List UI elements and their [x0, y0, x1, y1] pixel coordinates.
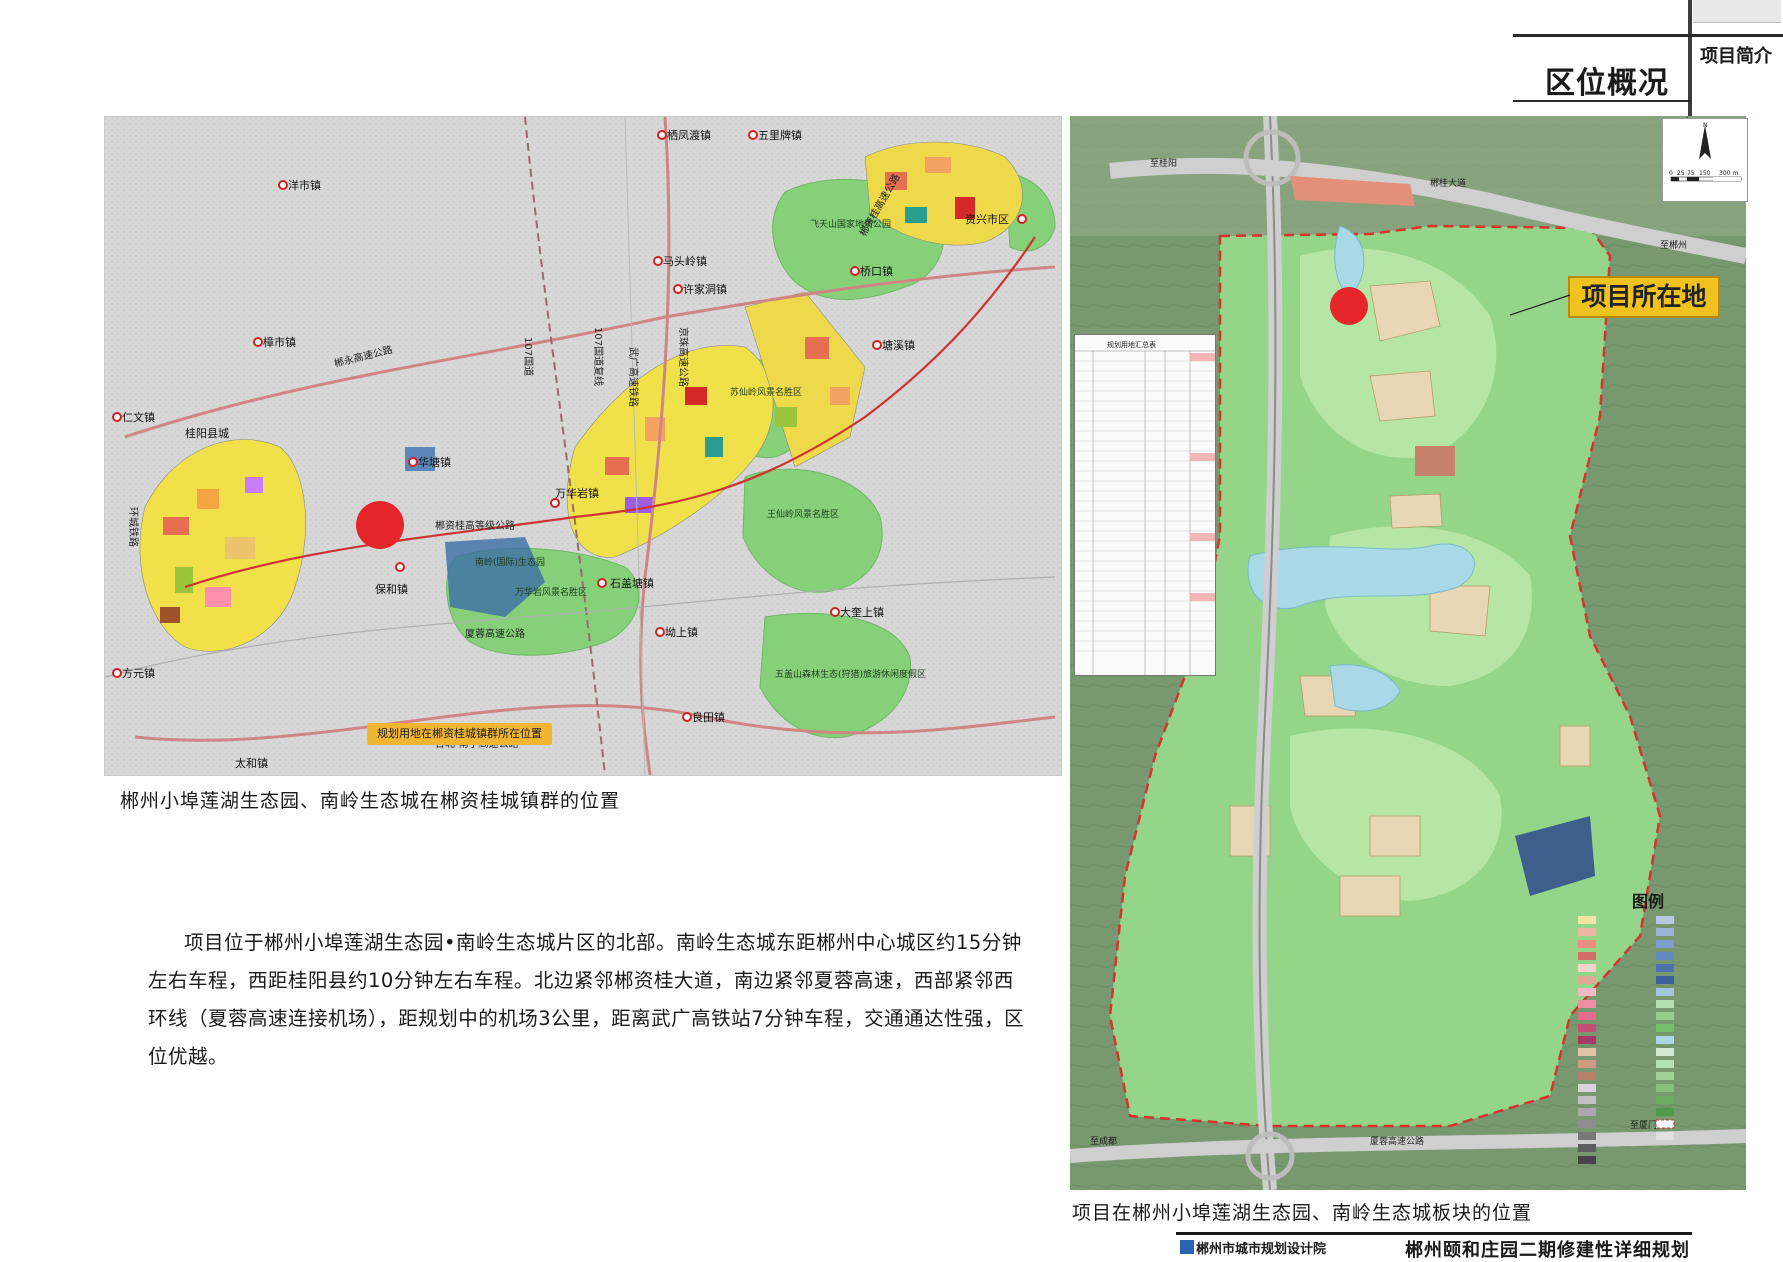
project-description: 项目位于郴州小埠莲湖生态园•南岭生态城片区的北部。南岭生态城东距郴州中心城区约1… — [148, 931, 1025, 1068]
project-marker-left — [356, 501, 404, 549]
place-label: 许家洞镇 — [683, 282, 727, 296]
place-label: 洋市镇 — [288, 178, 321, 192]
site-road-label: 至郴州 — [1660, 239, 1687, 251]
place-label: 坳上镇 — [665, 625, 698, 639]
place-label: 太和镇 — [235, 756, 268, 770]
site-road-label: 至桂阳 — [1150, 157, 1177, 169]
area-label: 飞天山国家地质公园 — [810, 218, 891, 230]
scale-box: N 0 25 75 150 300 m — [1662, 118, 1748, 202]
place-label: 桂阳县城 — [185, 426, 229, 440]
header-corner-strip — [1693, 0, 1781, 23]
place-label: 大奎上镇 — [840, 605, 884, 619]
scale-svg: N 0 25 75 150 300 m — [1669, 122, 1742, 182]
road-label: 厦蓉高速公路 — [465, 627, 525, 640]
scale-label: 75 — [1687, 170, 1695, 177]
scale-label: 150 — [1699, 170, 1711, 177]
footer-institute: 郴州市城市规划设计院 — [1196, 1242, 1327, 1257]
legend-panel — [1570, 886, 1738, 1176]
site-road-label: 郴桂大道 — [1430, 177, 1466, 189]
section-tag: 项目简介 — [1700, 46, 1772, 67]
place-label: 马头岭镇 — [663, 254, 707, 268]
svg-text:N: N — [1703, 122, 1708, 129]
place-label: 华塘镇 — [418, 455, 451, 469]
road-label: 郴资桂高等级公路 — [435, 519, 515, 532]
legend-swatches — [1578, 916, 1675, 1164]
regional-map-svg: 栖凤渡镇 五里牌镇 洋市镇 马头岭镇 许家洞镇 桥口镇 资兴市区 樟市镇 塘溪镇… — [105, 117, 1061, 775]
road-label: 107国道 — [522, 337, 535, 376]
area-label: 南岭(国际)生态园 — [475, 556, 545, 568]
area-label: 万华岩风景名胜区 — [515, 586, 587, 598]
scale-label: 25 — [1677, 170, 1685, 177]
table-grid: 规划用地汇总表 — [1075, 340, 1215, 675]
terrain-top — [1070, 116, 1746, 236]
section-title: 区位概况 — [1545, 66, 1669, 101]
header-vertical-rule — [1688, 0, 1692, 120]
site-road-label: 至成都 — [1090, 1135, 1117, 1147]
scale-label: 0 — [1669, 170, 1673, 177]
land-use-summary-table: 规划用地汇总表 — [1074, 334, 1216, 676]
institute-logo-icon — [1180, 1240, 1194, 1254]
legend-title: 图例 — [1632, 892, 1665, 911]
place-label: 石盖塘镇 — [610, 576, 654, 590]
area-label: 五盖山森林生态(狩猎)旅游休闲度假区 — [775, 668, 926, 680]
north-arrow-icon — [1699, 125, 1711, 159]
right-map-caption: 项目在郴州小埠莲湖生态园、南岭生态城板块的位置 — [1072, 1202, 1533, 1224]
place-label: 塘溪镇 — [882, 338, 915, 352]
regional-location-map: 栖凤渡镇 五里牌镇 洋市镇 马头岭镇 许家洞镇 桥口镇 资兴市区 樟市镇 塘溪镇… — [104, 116, 1062, 776]
header-top-rule — [1513, 34, 1783, 37]
site-road-label: 厦蓉高速公路 — [1370, 1135, 1424, 1147]
place-label: 栖凤渡镇 — [667, 128, 711, 142]
project-marker-right — [1330, 287, 1368, 325]
footer-rule — [1176, 1232, 1692, 1235]
place-label: 良田镇 — [692, 710, 725, 724]
place-label: 樟市镇 — [263, 335, 296, 349]
place-label: 万华岩镇 — [555, 486, 599, 500]
svg-text:规划用地汇总表: 规划用地汇总表 — [1107, 340, 1156, 349]
footer-project-title: 郴州颐和庄园二期修建性详细规划 — [1405, 1240, 1690, 1261]
callout-note: 规划用地在郴资桂城镇群所在位置 — [367, 723, 552, 745]
callout-leader-line — [1510, 294, 1571, 316]
project-location-label: 项目所在地 — [1568, 276, 1720, 318]
road-label: 环城铁路 — [127, 507, 140, 547]
place-label: 保和镇 — [375, 582, 408, 596]
place-label: 方元镇 — [122, 666, 155, 680]
left-map-caption: 郴州小埠莲湖生态园、南岭生态城在郴资桂城镇群的位置 — [120, 790, 621, 812]
road-label: 107国道复线 — [592, 327, 605, 386]
area-label: 苏仙岭风景名胜区 — [730, 386, 802, 398]
place-label: 五里牌镇 — [758, 128, 802, 142]
scale-label: 300 m — [1719, 170, 1738, 177]
service-block — [1415, 446, 1455, 476]
road-label: 武广高速铁路 — [627, 347, 640, 407]
area-label: 王仙岭风景名胜区 — [767, 508, 839, 520]
place-label: 资兴市区 — [965, 212, 1009, 226]
place-label: 仁文镇 — [122, 410, 155, 424]
road-label: 京珠高速公路 — [677, 327, 690, 387]
place-label: 桥口镇 — [860, 264, 893, 278]
